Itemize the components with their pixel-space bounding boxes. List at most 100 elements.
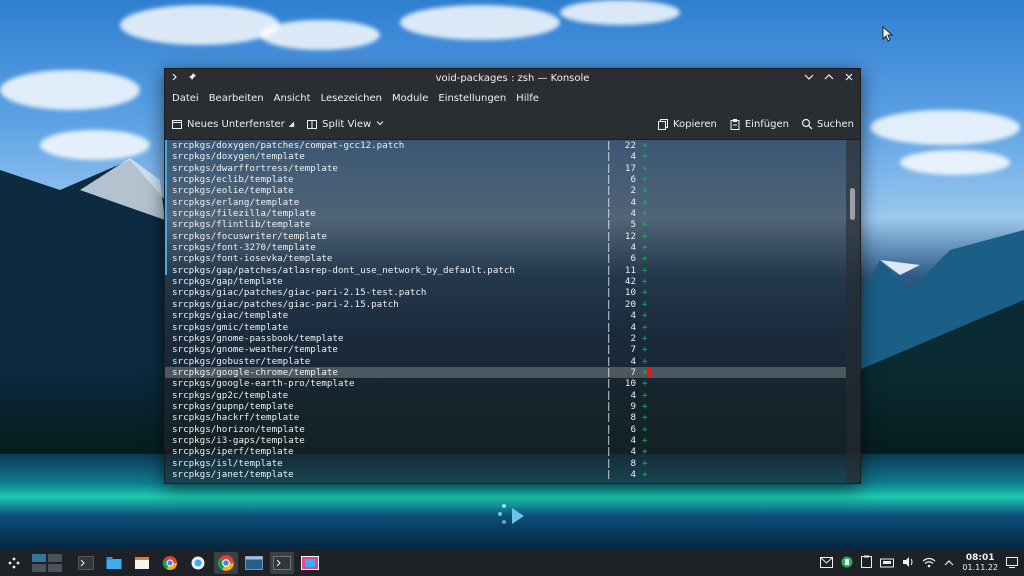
file-path: srcpkgs/gnome-weather/template	[172, 344, 338, 356]
chevron-down-icon[interactable]	[375, 118, 385, 131]
file-path: srcpkgs/giac/template	[172, 310, 289, 322]
taskbar-screenshot-window[interactable]	[298, 552, 322, 574]
change-count: 10	[624, 378, 636, 390]
close-icon[interactable]	[844, 72, 854, 85]
pager-button[interactable]	[30, 552, 64, 574]
taskbar-chrome-window[interactable]	[214, 551, 238, 574]
terminal-line: srcpkgs/janet/template | 4 +	[165, 469, 846, 480]
paste-button[interactable]: Einfügen	[723, 118, 795, 130]
change-count: 22	[624, 140, 636, 151]
file-path: srcpkgs/gap/patches/atlasrep-dont_use_ne…	[172, 264, 515, 276]
split-view-icon	[306, 118, 318, 130]
terminal-icon	[78, 555, 94, 570]
scrollbar-thumb[interactable]	[850, 188, 855, 220]
updates-icon[interactable]	[841, 553, 853, 572]
split-view-button[interactable]: Split View	[300, 118, 391, 131]
column-separator: |	[606, 355, 612, 367]
column-separator: |	[606, 366, 612, 378]
clock-time: 08:01	[965, 552, 995, 563]
column-separator: |	[606, 389, 612, 401]
column-separator: |	[606, 298, 612, 310]
chrome-icon	[162, 555, 177, 570]
terminal-app-icon[interactable]	[171, 72, 181, 85]
change-count: 4	[630, 468, 636, 480]
menu-bearbeiten[interactable]: Bearbeiten	[204, 93, 269, 104]
mail-icon[interactable]	[820, 553, 834, 572]
folder-icon	[106, 556, 122, 569]
file-path: srcpkgs/focuswriter/template	[172, 230, 327, 242]
tray-expand-icon[interactable]	[944, 553, 954, 572]
additions-marker: +	[642, 332, 648, 344]
column-separator: |	[606, 140, 612, 151]
file-path: srcpkgs/horizon/template	[172, 423, 305, 435]
menu-hilfe[interactable]: Hilfe	[511, 93, 544, 104]
terminal-line: srcpkgs/hackrf/template | 8 +	[165, 412, 846, 423]
terminal-line: srcpkgs/i3-gaps/template | 4 +	[165, 435, 846, 446]
devices-icon[interactable]	[880, 553, 895, 572]
terminal-scrollbar[interactable]	[846, 140, 860, 483]
terminal-line: srcpkgs/font-iosevka/template | 6 +	[165, 253, 846, 264]
digital-clock[interactable]: 08:01 01.11.22	[962, 552, 998, 572]
copy-label: Kopieren	[673, 118, 717, 130]
copy-icon	[657, 118, 669, 130]
column-separator: |	[606, 242, 612, 254]
taskbar-chrome[interactable]	[158, 552, 182, 574]
new-tab-button[interactable]: Neues Unterfenster ◢	[165, 118, 300, 130]
menu-lesezeichen[interactable]: Lesezeichen	[316, 93, 387, 104]
change-count: 7	[630, 344, 636, 356]
additions-marker: +	[642, 185, 648, 197]
title-bar[interactable]: void-packages : zsh — Konsole	[165, 69, 860, 87]
change-count: 10	[624, 287, 636, 299]
taskbar-dolphin-window[interactable]	[242, 552, 266, 574]
file-path: srcpkgs/hackrf/template	[172, 412, 300, 424]
column-separator: |	[606, 253, 612, 265]
file-path: srcpkgs/google-chrome/template	[172, 366, 338, 378]
show-desktop-icon[interactable]	[1006, 553, 1018, 572]
change-count: 7	[630, 366, 636, 378]
change-count: 6	[630, 253, 636, 265]
change-count: 4	[630, 151, 636, 163]
taskbar-media[interactable]	[130, 552, 154, 574]
change-count: 8	[630, 457, 636, 469]
menu-einstellungen[interactable]: Einstellungen	[433, 93, 511, 104]
screenshot-icon	[301, 555, 319, 570]
new-tab-dropdown-icon[interactable]: ◢	[289, 120, 294, 128]
pin-icon[interactable]	[187, 72, 197, 85]
additions-marker: +	[642, 264, 648, 276]
terminal-line: srcpkgs/gmic/template | 4 +	[165, 322, 846, 333]
terminal-output[interactable]: srcpkgs/doxygen/patches/compat-gcc12.pat…	[165, 140, 846, 483]
copy-button[interactable]: Kopieren	[651, 118, 723, 130]
file-path: srcpkgs/gupnp/template	[172, 400, 294, 412]
taskbar-terminal[interactable]	[74, 552, 98, 574]
column-separator: |	[606, 400, 612, 412]
taskbar-konsole-window[interactable]	[270, 551, 294, 574]
terminal-line: srcpkgs/gnome-weather/template | 7 +	[165, 344, 846, 355]
column-separator: |	[606, 162, 612, 174]
change-count: 2	[630, 332, 636, 344]
file-path: srcpkgs/google-earth-pro/template	[172, 378, 355, 390]
additions-marker: +	[642, 310, 648, 322]
menu-datei[interactable]: Datei	[167, 93, 204, 104]
additions-marker: +	[642, 162, 648, 174]
maximize-icon[interactable]	[824, 72, 834, 85]
clapperboard-icon	[135, 556, 149, 569]
volume-icon[interactable]	[902, 553, 914, 572]
search-button[interactable]: Suchen	[795, 118, 860, 130]
menu-ansicht[interactable]: Ansicht	[269, 93, 316, 104]
column-separator: |	[606, 185, 612, 197]
taskbar-messenger[interactable]	[186, 552, 210, 574]
minimize-icon[interactable]	[804, 72, 814, 85]
wifi-icon[interactable]	[922, 553, 936, 572]
column-separator: |	[606, 434, 612, 446]
change-count: 2	[630, 185, 636, 197]
split-view-label: Split View	[322, 118, 372, 130]
new-tab-icon	[171, 118, 183, 130]
clipboard-icon[interactable]	[861, 553, 873, 572]
menu-module[interactable]: Module	[387, 93, 433, 104]
terminal-line: srcpkgs/google-earth-pro/template | 10 +	[165, 378, 846, 389]
deletion-marker	[647, 367, 652, 378]
additions-marker: +	[642, 196, 648, 208]
app-launcher-button[interactable]	[2, 552, 26, 574]
taskbar-file-manager[interactable]	[102, 552, 126, 574]
chat-icon	[191, 556, 205, 569]
